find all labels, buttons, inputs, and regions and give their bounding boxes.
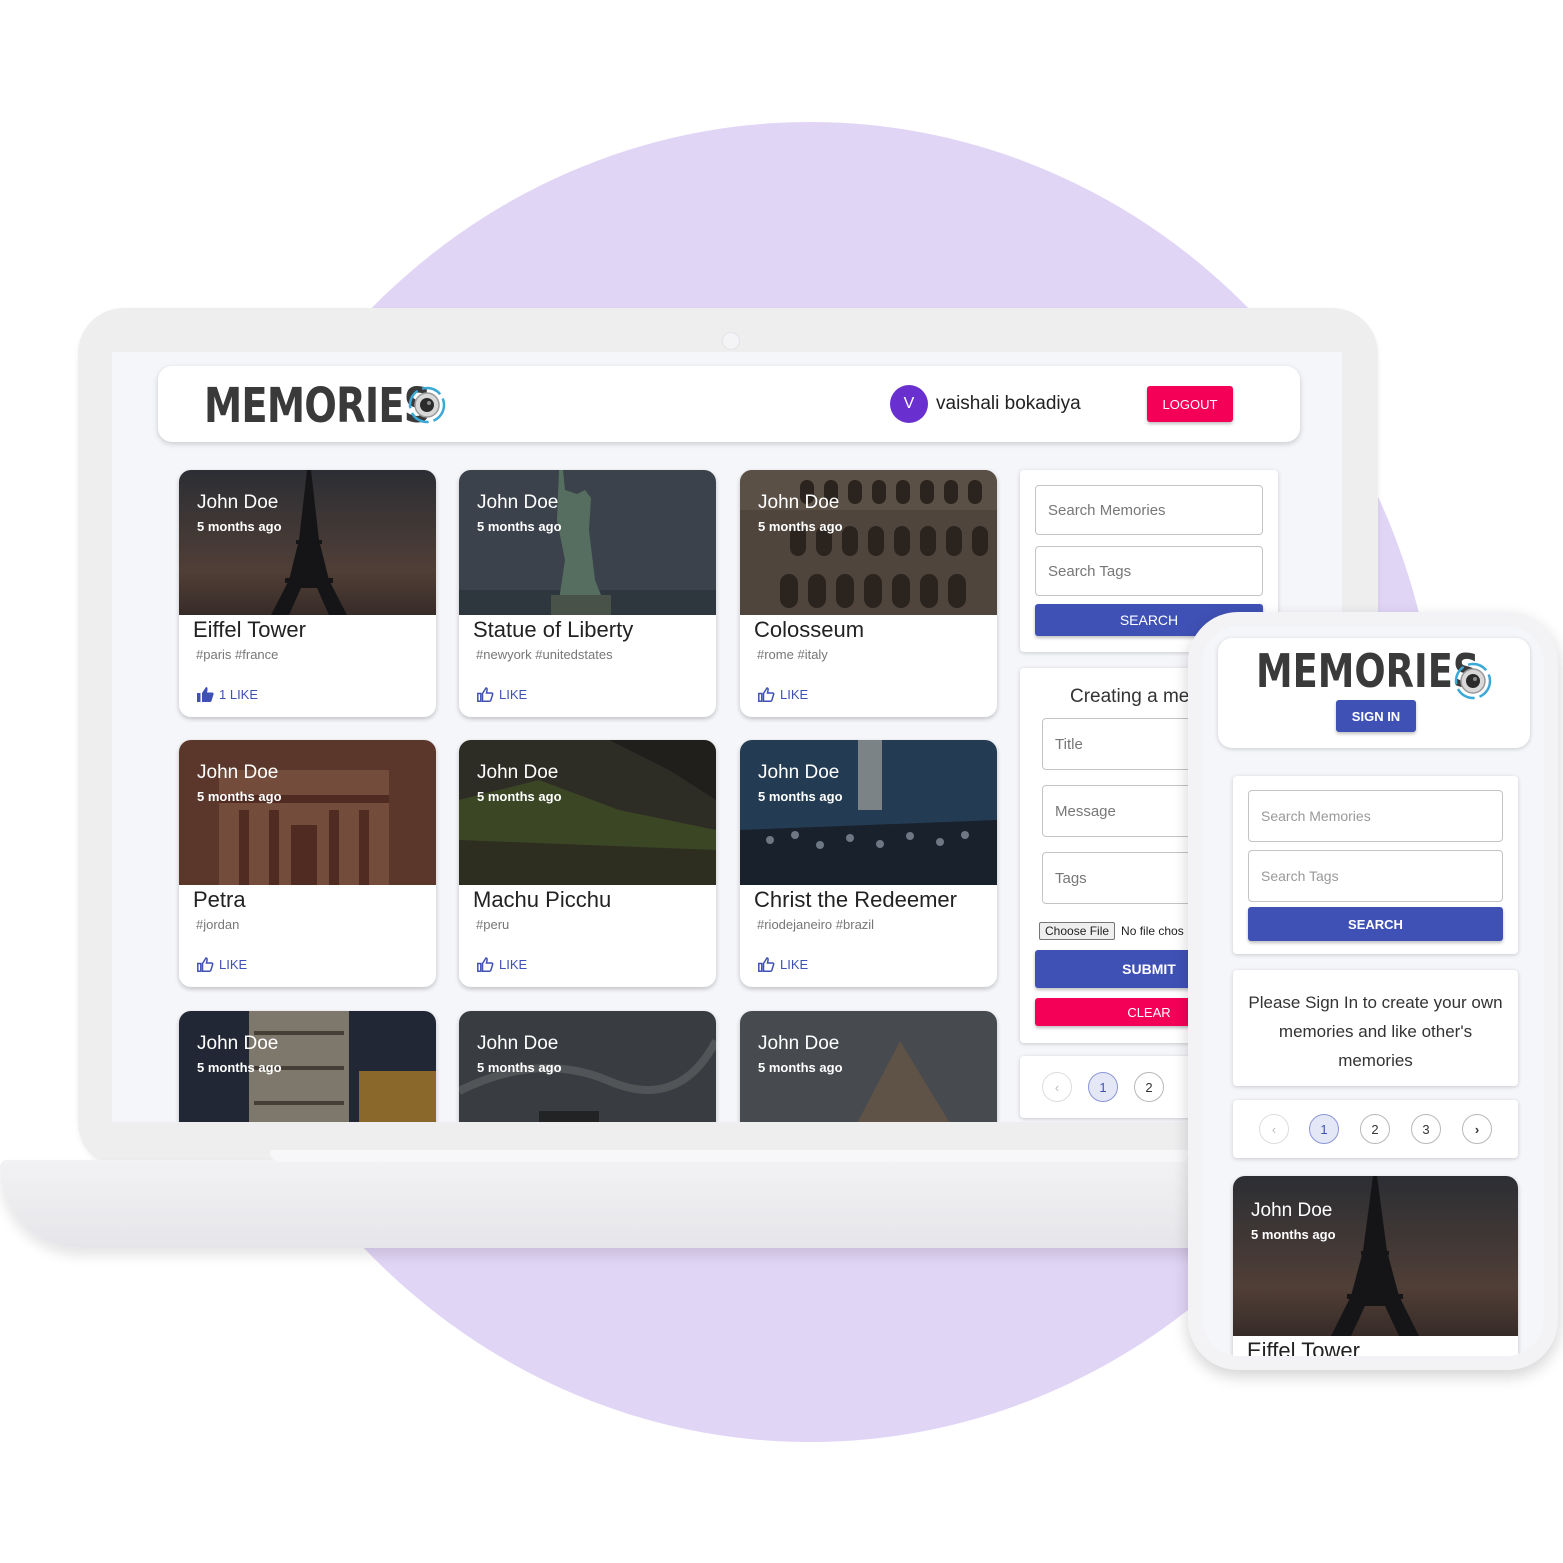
post-title: Christ the Redeemer [754,887,957,912]
phone-screen: MEMORIES SIGN IN Search Memories Search … [1202,626,1544,1356]
thumb-up-outline-icon [758,687,775,702]
post-tags: #newyork #unitedstates [476,647,613,662]
mobile-search-memories-input[interactable]: Search Memories [1248,790,1503,842]
post-card[interactable]: John Doe 5 months ago Christ the Redeeme… [740,740,997,987]
post-card[interactable]: John Doe 5 months ago [179,1011,436,1122]
laptop-screen: MEMORIES V vaishali bokadiya LOGOUT John… [112,352,1342,1122]
like-label: LIKE [499,687,528,702]
mobile-app-logo[interactable]: MEMORIES [1256,644,1479,698]
mobile-search-card: Search Memories Search Tags SEARCH [1233,776,1518,954]
post-title: Colosseum [754,617,865,642]
post-card[interactable]: John Doe 5 months ago Statue of Liberty … [459,470,716,717]
laptop-camera [722,332,740,350]
page-button-2[interactable]: 2 [1134,1072,1164,1102]
thumb-up-outline-icon [758,957,775,972]
post-title: Eiffel Tower [1247,1338,1360,1356]
page-button-1[interactable]: 1 [1088,1072,1118,1102]
post-author: John Doe [477,1033,559,1054]
post-time: 5 months ago [197,519,282,534]
like-label: 1 LIKE [219,687,259,702]
post-card[interactable]: John Doe 5 months ago Machu Picchu #peru… [459,740,716,987]
post-card[interactable]: John Doe 5 months ago [459,1011,716,1122]
user-avatar[interactable]: V [890,385,928,423]
post-title: Eiffel Tower [193,617,306,642]
post-tags: #riodejaneiro #brazil [757,917,875,932]
like-button[interactable]: 1 LIKE [197,687,258,702]
post-card[interactable]: John Doe 5 months ago [740,1011,997,1122]
mobile-page-button-1[interactable]: 1 [1309,1114,1339,1144]
like-button[interactable]: LIKE [477,957,527,972]
file-status-text: No file chos [1121,924,1184,938]
thumb-up-outline-icon [477,687,494,702]
form-heading: Creating a me [1070,686,1190,707]
post-tags: #peru [476,917,510,932]
camera-lens-icon [1454,662,1492,700]
search-tags-input[interactable]: Search Tags [1035,546,1263,596]
thumb-up-outline-icon [197,957,214,972]
mobile-pagination-card: ‹ 1 2 3 › [1233,1100,1518,1158]
signin-prompt-card: Please Sign In to create your own memori… [1233,970,1518,1086]
mobile-app-bar: MEMORIES SIGN IN [1218,638,1530,748]
post-author: John Doe [1251,1200,1333,1221]
post-time: 5 months ago [477,1060,562,1075]
post-title: Statue of Liberty [473,617,634,642]
like-label: LIKE [780,687,809,702]
mobile-next-page-button[interactable]: › [1462,1114,1492,1144]
post-tags: #paris #france [196,647,279,662]
post-time: 5 months ago [477,789,562,804]
laptop-base [0,1160,1380,1248]
post-tags: #jordan [196,917,240,932]
camera-lens-icon [408,386,446,424]
post-author: John Doe [197,762,279,783]
previous-page-button[interactable]: ‹ [1042,1072,1072,1102]
post-card[interactable]: John Doe 5 months ago Petra #jordan LIKE [179,740,436,987]
post-time: 5 months ago [758,789,843,804]
post-author: John Doe [197,492,279,513]
mobile-post-card[interactable]: John Doe 5 months ago Eiffel Tower [1233,1176,1518,1356]
like-button[interactable]: LIKE [758,957,808,972]
laptop-hinge [270,1150,1190,1162]
post-author: John Doe [758,492,840,513]
like-button[interactable]: LIKE [477,687,527,702]
user-name: vaishali bokadiya [936,393,1081,414]
app-logo[interactable]: MEMORIES [204,378,431,434]
thumb-up-filled-icon [197,687,214,702]
post-author: John Doe [758,1033,840,1054]
post-author: John Doe [477,762,559,783]
signin-prompt-text: Please Sign In to create your own memori… [1248,993,1503,1070]
search-memories-input[interactable]: Search Memories [1035,485,1263,535]
logout-button[interactable]: LOGOUT [1147,386,1233,422]
post-card[interactable]: John Doe 5 months ago Eiffel Tower #pari… [179,470,436,717]
post-time: 5 months ago [477,519,562,534]
thumb-up-outline-icon [477,957,494,972]
sign-in-button[interactable]: SIGN IN [1336,700,1416,732]
post-title: Machu Picchu [473,887,612,912]
mobile-page-button-2[interactable]: 2 [1360,1114,1390,1144]
post-time: 5 months ago [197,1060,282,1075]
post-time: 5 months ago [197,789,282,804]
file-input[interactable]: Choose File No file chos [1039,922,1184,940]
post-card[interactable]: John Doe 5 months ago Colosseum #rome #i… [740,470,997,717]
mobile-page-button-3[interactable]: 3 [1411,1114,1441,1144]
like-button[interactable]: LIKE [758,687,808,702]
mobile-search-tags-input[interactable]: Search Tags [1248,850,1503,902]
app-bar: MEMORIES V vaishali bokadiya LOGOUT [158,366,1300,442]
post-time: 5 months ago [758,1060,843,1075]
post-time: 5 months ago [758,519,843,534]
mobile-search-button[interactable]: SEARCH [1248,907,1503,941]
choose-file-button[interactable]: Choose File [1039,922,1116,940]
like-label: LIKE [780,957,809,972]
post-tags: #rome #italy [757,647,828,662]
post-author: John Doe [197,1033,279,1054]
like-button[interactable]: LIKE [197,957,247,972]
mobile-previous-page-button[interactable]: ‹ [1259,1114,1289,1144]
post-author: John Doe [758,762,840,783]
post-author: John Doe [477,492,559,513]
like-label: LIKE [219,957,248,972]
like-label: LIKE [499,957,528,972]
showcase-stage: MEMORIES V vaishali bokadiya LOGOUT John… [0,0,1563,1563]
post-time: 5 months ago [1251,1227,1336,1242]
post-title: Petra [193,887,246,912]
